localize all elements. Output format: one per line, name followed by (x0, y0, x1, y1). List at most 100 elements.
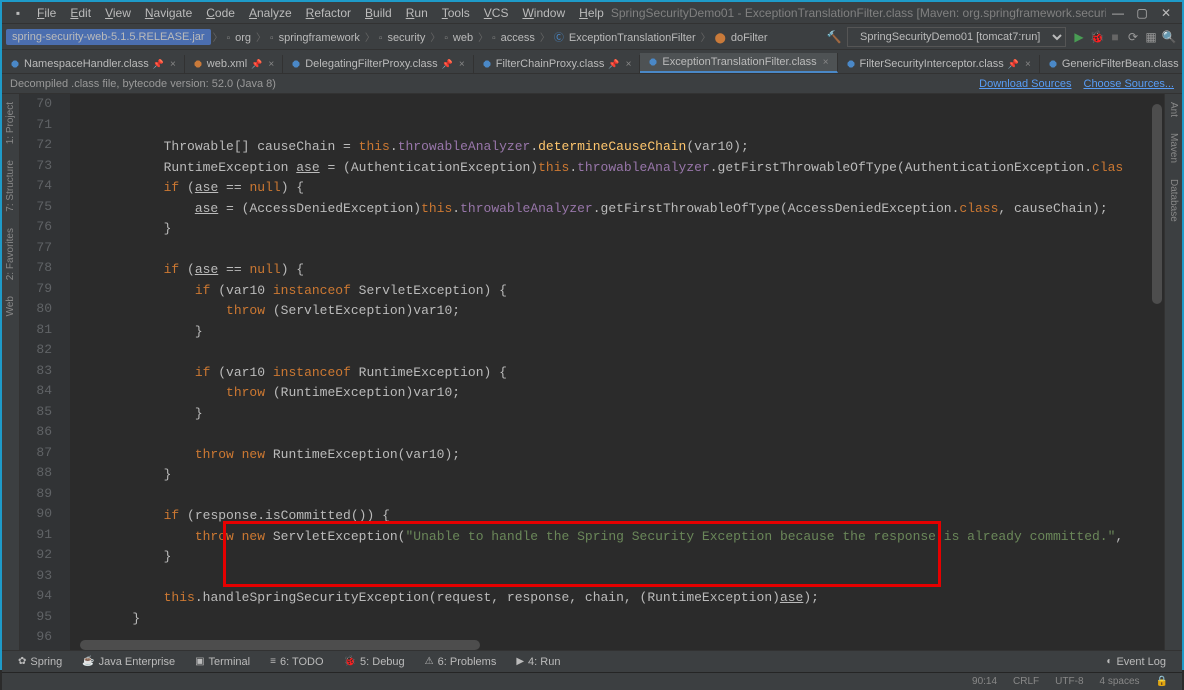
pin-icon[interactable]: 📌 (442, 59, 453, 70)
toolbar-icon[interactable]: ▦ (1142, 30, 1160, 44)
code-line[interactable]: throw (ServletException)var10; (70, 301, 1164, 322)
code-area[interactable]: Throwable[] causeChain = this.throwableA… (70, 94, 1164, 650)
sidebar-tool-favorites[interactable]: 2: Favorites (5, 220, 16, 288)
run-button[interactable]: ▶ (1070, 30, 1088, 44)
menu-navigate[interactable]: Navigate (138, 6, 199, 20)
file-type-icon (648, 57, 658, 67)
code-line[interactable]: } (70, 322, 1164, 343)
minimize-button[interactable]: — (1106, 6, 1130, 20)
code-line[interactable]: } (70, 219, 1164, 240)
menu-tools[interactable]: Tools (435, 6, 477, 20)
code-line[interactable]: if (ase == null) { (70, 178, 1164, 199)
pin-icon[interactable]: 📌 (251, 59, 262, 70)
breadcrumb-item[interactable]: web (450, 32, 476, 44)
close-tab-icon[interactable]: × (268, 59, 274, 70)
sidebar-tool-database[interactable]: Database (1168, 171, 1179, 230)
editor-tab[interactable]: NamespaceHandler.class📌× (2, 55, 185, 73)
pin-icon[interactable]: 📌 (608, 59, 619, 70)
choose-sources-link[interactable]: Choose Sources... (1084, 78, 1175, 90)
close-tab-icon[interactable]: × (823, 57, 829, 68)
tool-terminal[interactable]: ▣ Terminal (185, 656, 260, 668)
close-tab-icon[interactable]: × (626, 59, 632, 70)
toolbar-icon[interactable]: ⟳ (1124, 30, 1142, 44)
tool-spring[interactable]: ✿ Spring (8, 656, 72, 668)
breadcrumb-item[interactable]: doFilter (728, 32, 771, 44)
sidebar-tool-ant[interactable]: Ant (1168, 94, 1179, 125)
breadcrumb-item[interactable]: org (232, 32, 254, 44)
menu-analyze[interactable]: Analyze (242, 6, 299, 20)
code-line[interactable]: throw new RuntimeException(var10); (70, 445, 1164, 466)
menu-vcs[interactable]: VCS (477, 6, 516, 20)
tool-debug[interactable]: 🐞5: Debug (334, 656, 415, 668)
right-tool-strip: AntMavenDatabase (1164, 94, 1182, 650)
menu-window[interactable]: Window (515, 6, 572, 20)
code-line[interactable] (70, 342, 1164, 363)
breadcrumb-item[interactable]: access (498, 32, 538, 44)
breadcrumb-jar[interactable]: spring-security-web-5.1.5.RELEASE.jar (6, 29, 211, 45)
code-line[interactable]: if (var10 instanceof ServletException) { (70, 281, 1164, 302)
run-config-select[interactable]: SpringSecurityDemo01 [tomcat7:run] (847, 27, 1066, 47)
sidebar-tool-web[interactable]: Web (5, 288, 16, 324)
close-button[interactable]: ✕ (1154, 6, 1178, 20)
maximize-button[interactable]: ▢ (1130, 6, 1154, 20)
menu-refactor[interactable]: Refactor (299, 6, 358, 20)
code-line[interactable]: ase = (AccessDeniedException)this.throwa… (70, 199, 1164, 220)
file-type-icon (1048, 59, 1058, 69)
menu-file[interactable]: File (30, 6, 63, 20)
tool-java-enterprise[interactable]: ☕ Java Enterprise (72, 656, 185, 668)
sidebar-tool-project[interactable]: 1: Project (5, 94, 16, 152)
code-line[interactable] (70, 240, 1164, 261)
tab-label: web.xml (207, 58, 247, 70)
close-tab-icon[interactable]: × (170, 59, 176, 70)
code-editor[interactable]: 7071727374757677787980818283848586878889… (20, 94, 1164, 650)
search-icon[interactable]: 🔍 (1160, 30, 1178, 44)
editor-tab[interactable]: FilterSecurityInterceptor.class📌× (838, 55, 1040, 73)
breadcrumb-item[interactable]: springframework (276, 32, 363, 44)
debug-button[interactable]: 🐞 (1088, 30, 1106, 44)
close-tab-icon[interactable]: × (459, 59, 465, 70)
code-line[interactable]: RuntimeException ase = (AuthenticationEx… (70, 158, 1164, 179)
editor-tab[interactable]: GenericFilterBean.class📌× (1040, 55, 1182, 73)
main-area: 1: Project7: Structure2: FavoritesWeb 70… (2, 94, 1182, 650)
tab-label: DelegatingFilterProxy.class (305, 58, 437, 70)
code-line[interactable]: } (70, 609, 1164, 630)
build-icon[interactable]: 🔨 (825, 30, 843, 44)
vertical-scrollbar[interactable] (1152, 94, 1162, 650)
tool-problems[interactable]: ⚠6: Problems (415, 656, 507, 668)
editor-tab[interactable]: FilterChainProxy.class📌× (474, 55, 641, 73)
editor-tab[interactable]: ExceptionTranslationFilter.class× (640, 53, 837, 73)
line-separator[interactable]: CRLF (1005, 676, 1047, 687)
code-line[interactable]: if (var10 instanceof RuntimeException) { (70, 363, 1164, 384)
menu-help[interactable]: Help (572, 6, 611, 20)
pin-icon[interactable]: 📌 (153, 59, 164, 70)
menu-view[interactable]: View (98, 6, 138, 20)
encoding[interactable]: UTF-8 (1047, 676, 1091, 687)
sidebar-tool-maven[interactable]: Maven (1168, 125, 1179, 171)
download-sources-link[interactable]: Download Sources (979, 78, 1071, 90)
menu-run[interactable]: Run (399, 6, 435, 20)
horizontal-scrollbar[interactable] (20, 640, 1164, 650)
code-line[interactable]: } (70, 404, 1164, 425)
event-log-button[interactable]: ◐Event Log (1096, 656, 1176, 668)
code-line[interactable]: } (70, 465, 1164, 486)
code-line[interactable]: throw (RuntimeException)var10; (70, 383, 1164, 404)
code-line[interactable]: this.handleSpringSecurityException(reque… (70, 588, 1164, 609)
menu-build[interactable]: Build (358, 6, 399, 20)
breadcrumb-item[interactable]: security (384, 32, 428, 44)
menu-edit[interactable]: Edit (63, 6, 98, 20)
menu-code[interactable]: Code (199, 6, 242, 20)
close-tab-icon[interactable]: × (1025, 59, 1031, 70)
code-line[interactable] (70, 424, 1164, 445)
stop-button[interactable]: ■ (1106, 30, 1124, 44)
editor-tab[interactable]: web.xml 📌 × (185, 55, 283, 73)
code-line[interactable] (70, 486, 1164, 507)
tool-todo[interactable]: ≡6: TODO (260, 656, 333, 668)
tool-run[interactable]: ▶4: Run (506, 656, 570, 668)
sidebar-tool-structure[interactable]: 7: Structure (5, 152, 16, 220)
code-line[interactable]: if (ase == null) { (70, 260, 1164, 281)
pin-icon[interactable]: 📌 (1008, 59, 1019, 70)
indent-setting[interactable]: 4 spaces (1092, 676, 1148, 687)
code-line[interactable]: Throwable[] causeChain = this.throwableA… (70, 137, 1164, 158)
breadcrumb-item[interactable]: ExceptionTranslationFilter (566, 32, 699, 44)
editor-tab[interactable]: DelegatingFilterProxy.class 📌 × (283, 55, 474, 73)
